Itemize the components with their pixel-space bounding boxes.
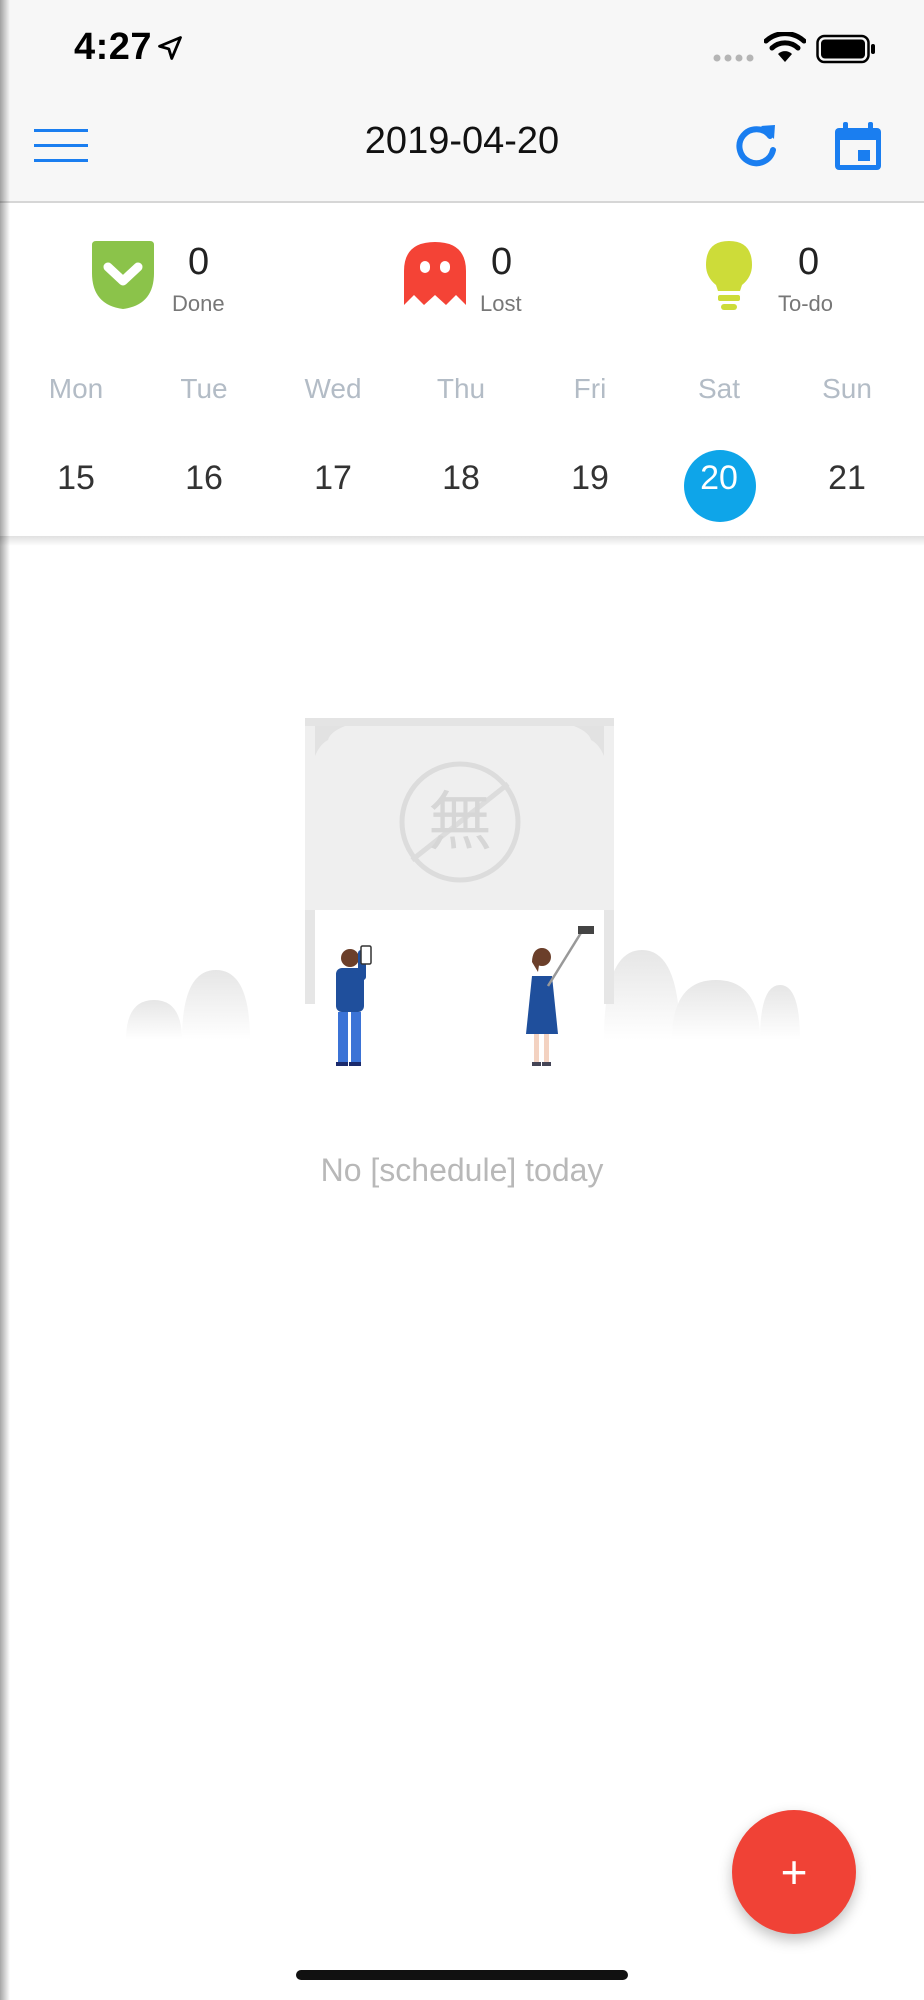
refresh-icon[interactable] xyxy=(730,120,782,172)
weekday-fri: Fri xyxy=(573,373,607,404)
status-time: 4:27 xyxy=(74,26,153,68)
day-17[interactable]: 17 xyxy=(278,459,388,498)
day-15[interactable]: 15 xyxy=(21,459,131,498)
weekday-thu: Thu xyxy=(436,373,486,404)
lost-label: Lost xyxy=(480,291,522,316)
page-title: 2019-04-20 xyxy=(364,120,560,162)
weekday-mon: Mon xyxy=(48,373,104,404)
day-19[interactable]: 19 xyxy=(535,459,645,498)
stat-done[interactable]: 0 Done xyxy=(88,239,248,319)
add-schedule-button[interactable]: + xyxy=(732,1810,856,1934)
weekday-tue: Tue xyxy=(180,373,228,404)
lightbulb-icon xyxy=(706,241,752,310)
empty-state-illustration: 無 xyxy=(126,718,800,1066)
todo-label: To-do xyxy=(778,291,834,316)
shield-check-icon xyxy=(92,241,154,309)
stat-todo[interactable]: 0 To-do xyxy=(694,239,864,319)
home-indicator[interactable] xyxy=(296,1970,628,1980)
weekday-wed: Wed xyxy=(304,373,362,404)
top-bar: 4:27 2019-04-20 xyxy=(0,0,924,203)
wifi-icon xyxy=(764,32,806,62)
battery-icon xyxy=(816,34,875,64)
ghost-icon xyxy=(404,242,466,305)
drawer-edge-shadow xyxy=(0,0,10,2000)
day-21[interactable]: 21 xyxy=(792,459,902,498)
weekday-sat: Sat xyxy=(697,373,741,404)
app-screen: 4:27 2019-04-20 0 Done 0 Lost 0 To-do Mo… xyxy=(0,0,924,2000)
sign-glyph: 無 xyxy=(428,786,492,860)
location-arrow-icon xyxy=(158,36,182,60)
lost-count: 0 xyxy=(491,241,513,283)
stats-row: 0 Done 0 Lost 0 To-do xyxy=(0,203,924,355)
stat-lost[interactable]: 0 Lost xyxy=(400,239,560,319)
week-strip: Mon Tue Wed Thu Fri Sat Sun 15 16 17 18 … xyxy=(0,355,924,535)
cellular-signal-icon xyxy=(713,54,754,62)
done-label: Done xyxy=(172,291,225,316)
empty-state-message: No [schedule] today xyxy=(320,1152,604,1188)
plus-icon: + xyxy=(780,1846,808,1898)
day-16[interactable]: 16 xyxy=(149,459,259,498)
done-count: 0 xyxy=(188,241,210,283)
header-shadow xyxy=(0,536,924,546)
day-20-selected[interactable]: 20 xyxy=(664,459,774,498)
day-18[interactable]: 18 xyxy=(406,459,516,498)
calendar-icon[interactable] xyxy=(832,120,884,172)
todo-count: 0 xyxy=(798,241,820,283)
weekday-sun: Sun xyxy=(822,373,872,404)
